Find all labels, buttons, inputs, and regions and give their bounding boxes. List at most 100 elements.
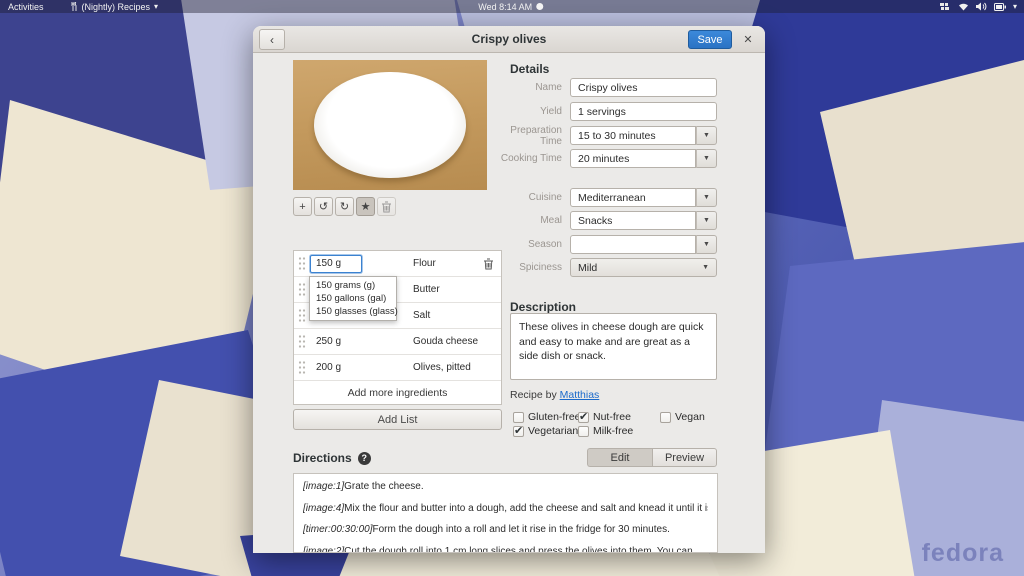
- crispy-olives-food: [293, 60, 487, 190]
- name-input[interactable]: Crispy olives: [570, 78, 717, 97]
- yield-input[interactable]: 1 servings: [570, 102, 717, 121]
- ingredient-row[interactable]: 250 g Gouda cheese: [294, 329, 501, 355]
- chevron-down-icon[interactable]: ▼: [696, 149, 717, 168]
- drag-handle-icon[interactable]: [298, 256, 306, 272]
- unit-option[interactable]: 150 grams (g): [310, 279, 396, 292]
- battery-icon: [994, 3, 1006, 11]
- ingredient-amount[interactable]: 250 g: [316, 336, 366, 347]
- checkbox-icon[interactable]: [660, 412, 671, 423]
- diet-label: Vegetarian: [528, 425, 578, 437]
- diet-nut-free[interactable]: Nut-free: [578, 411, 631, 423]
- name-label: Name: [492, 82, 570, 93]
- chevron-down-icon: ▾: [1013, 2, 1017, 11]
- app-menu[interactable]: (Nightly) Recipes ▾: [70, 2, 159, 12]
- clock[interactable]: Wed 8:14 AM: [478, 2, 543, 12]
- ingredient-name[interactable]: Olives, pitted: [413, 362, 471, 373]
- edit-preview-switcher: Edit Preview: [587, 448, 717, 467]
- checkbox-icon[interactable]: [513, 412, 524, 423]
- prep-time-label: Preparation Time: [492, 125, 570, 147]
- directions-textarea[interactable]: [image:1]Grate the cheese. [image:4]Mix …: [293, 473, 718, 553]
- drag-handle-icon[interactable]: [298, 360, 306, 376]
- add-more-ingredients-button[interactable]: Add more ingredients: [294, 381, 501, 404]
- yield-label: Yield: [492, 106, 570, 117]
- cuisine-input[interactable]: Mediterranean: [570, 188, 696, 207]
- chevron-down-icon[interactable]: ▼: [696, 188, 717, 207]
- step-tag: [image:2]: [303, 546, 344, 554]
- drag-handle-icon[interactable]: [298, 282, 306, 298]
- spiciness-value: Mild: [578, 262, 597, 274]
- chevron-down-icon[interactable]: ▼: [696, 126, 717, 145]
- directions-header: Directions ?: [293, 451, 371, 465]
- diet-label: Milk-free: [593, 425, 633, 437]
- meal-input[interactable]: Snacks: [570, 211, 696, 230]
- season-field: Season ▼: [492, 235, 717, 254]
- ingredient-amount[interactable]: 200 g: [316, 362, 366, 373]
- system-tray[interactable]: ▾: [940, 2, 1017, 11]
- save-button[interactable]: Save: [688, 30, 732, 49]
- window-titlebar[interactable]: ‹ Crispy olives Save ✕: [253, 26, 765, 53]
- spiciness-field: Spiciness Mild ▼: [492, 258, 717, 277]
- clock-label: Wed 8:14 AM: [478, 2, 532, 12]
- add-list-button[interactable]: Add List: [293, 409, 502, 430]
- recipes-app-icon: [70, 2, 78, 11]
- ingredient-name[interactable]: Butter: [413, 284, 440, 295]
- amount-input[interactable]: 150 g: [310, 255, 362, 273]
- activities-button[interactable]: Activities: [8, 2, 44, 12]
- edit-tab[interactable]: Edit: [587, 448, 652, 467]
- step-text: Mix the flour and butter into a dough, a…: [344, 503, 708, 514]
- chevron-down-icon[interactable]: ▼: [696, 235, 717, 254]
- ingredient-row[interactable]: 150 g Flour: [294, 251, 501, 277]
- back-button[interactable]: ‹: [259, 29, 285, 50]
- meal-label: Meal: [492, 215, 570, 226]
- drag-handle-icon[interactable]: [298, 334, 306, 350]
- ingredient-name[interactable]: Flour: [413, 258, 436, 269]
- diet-vegan[interactable]: Vegan: [660, 411, 705, 423]
- diet-gluten-free[interactable]: Gluten-free: [513, 411, 581, 423]
- step-text: Grate the cheese.: [344, 481, 424, 492]
- ingredient-row[interactable]: 200 g Olives, pitted: [294, 355, 501, 381]
- checkbox-icon[interactable]: [513, 426, 524, 437]
- cooking-time-input[interactable]: 20 minutes: [570, 149, 696, 168]
- direction-step: [image:2]Cut the dough roll into 1 cm lo…: [303, 546, 708, 554]
- diet-vegetarian[interactable]: Vegetarian: [513, 425, 578, 437]
- rotate-left-button[interactable]: ↺: [314, 197, 333, 216]
- season-input[interactable]: [570, 235, 696, 254]
- spiciness-label: Spiciness: [492, 262, 570, 273]
- ingredient-name[interactable]: Salt: [413, 310, 430, 321]
- step-tag: [image:4]: [303, 503, 344, 514]
- recipe-byline: Recipe by Matthias: [510, 389, 599, 401]
- diet-milk-free[interactable]: Milk-free: [578, 425, 633, 437]
- unit-option[interactable]: 150 gallons (gal): [310, 292, 396, 305]
- ingredient-name[interactable]: Gouda cheese: [413, 336, 478, 347]
- close-icon[interactable]: ✕: [740, 31, 756, 47]
- name-field: Name Crispy olives: [492, 78, 717, 97]
- drag-handle-icon[interactable]: [298, 308, 306, 324]
- description-textarea[interactable]: These olives in cheese dough are quick a…: [510, 313, 717, 380]
- help-icon[interactable]: ?: [358, 452, 371, 465]
- gnome-top-bar: Activities (Nightly) Recipes ▾ Wed 8:14 …: [0, 0, 1024, 13]
- unit-option[interactable]: 150 glasses (glass): [310, 305, 396, 318]
- spiciness-dropdown[interactable]: Mild ▼: [570, 258, 717, 277]
- preview-tab[interactable]: Preview: [652, 448, 717, 467]
- diet-label: Nut-free: [593, 411, 631, 423]
- author-link[interactable]: Matthias: [560, 389, 600, 401]
- recipes-window: ‹ Crispy olives Save ✕ + ↺ ↻ ★ 150 g Flo…: [253, 26, 765, 553]
- step-tag: [image:1]: [303, 481, 344, 492]
- recipe-photo: [293, 60, 487, 190]
- notification-dot-icon: [536, 3, 543, 10]
- add-image-button[interactable]: +: [293, 197, 312, 216]
- volume-icon: [976, 2, 987, 11]
- cooking-time-field: Cooking Time 20 minutes ▼: [492, 149, 717, 168]
- checkbox-icon[interactable]: [578, 426, 589, 437]
- chevron-down-icon[interactable]: ▼: [696, 211, 717, 230]
- delete-image-button[interactable]: [377, 197, 396, 216]
- yield-field: Yield 1 servings: [492, 102, 717, 121]
- prep-time-field: Preparation Time 15 to 30 minutes ▼: [492, 126, 717, 145]
- cooking-time-label: Cooking Time: [492, 153, 570, 164]
- rotate-right-button[interactable]: ↻: [335, 197, 354, 216]
- default-image-star-button[interactable]: ★: [356, 197, 375, 216]
- diet-label: Vegan: [675, 411, 705, 423]
- prep-time-input[interactable]: 15 to 30 minutes: [570, 126, 696, 145]
- checkbox-icon[interactable]: [578, 412, 589, 423]
- unit-suggestion-popup: 150 grams (g) 150 gallons (gal) 150 glas…: [309, 276, 397, 321]
